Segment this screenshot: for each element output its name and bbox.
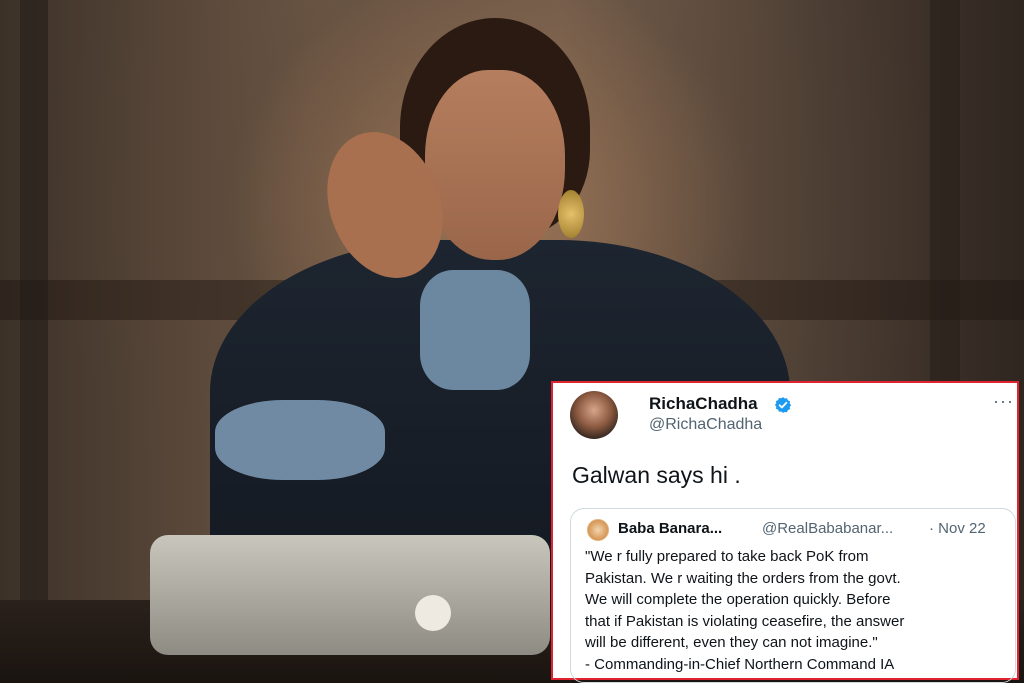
quote-display-name[interactable]: Baba Banara... <box>618 520 722 537</box>
quote-text: "We r fully prepared to take back PoK fr… <box>585 546 1005 675</box>
quote-line: that if Pakistan is violating ceasefire,… <box>585 612 905 630</box>
tweet-card[interactable]: RichaChadha @RichaChadha ··· Galwan says… <box>551 381 1019 683</box>
window-frame-left <box>20 0 48 610</box>
quote-line: will be different, even they can not ima… <box>585 634 878 651</box>
earring <box>558 190 584 238</box>
quote-line: Pakistan. We r waiting the orders from t… <box>585 569 901 587</box>
denim-shirt <box>420 270 530 390</box>
quote-line: - Commanding-in-Chief Northern Command I… <box>585 655 895 673</box>
face <box>425 70 565 260</box>
avatar[interactable] <box>570 391 618 439</box>
typewriter-knob <box>415 595 451 631</box>
quote-date[interactable]: · Nov 22 <box>929 520 986 537</box>
tweet-text: Galwan says hi . <box>572 462 741 488</box>
window-frame-right <box>930 0 960 420</box>
quote-avatar[interactable] <box>587 519 609 541</box>
quote-handle[interactable]: @RealBababanar... <box>762 520 893 537</box>
quote-line: We will complete the operation quickly. … <box>585 591 891 608</box>
verified-badge-icon <box>774 397 792 413</box>
typewriter <box>150 535 550 655</box>
quote-line: "We r fully prepared to take back PoK fr… <box>585 548 869 565</box>
quoted-tweet[interactable]: Baba Banara... @RealBababanar... · Nov 2… <box>570 508 1016 683</box>
tweet-display-name[interactable]: RichaChadha <box>649 394 758 414</box>
ellipsis-icon[interactable]: ··· <box>993 391 1014 412</box>
sleeve-cuff <box>215 400 385 480</box>
tweet-handle[interactable]: @RichaChadha <box>649 416 762 434</box>
